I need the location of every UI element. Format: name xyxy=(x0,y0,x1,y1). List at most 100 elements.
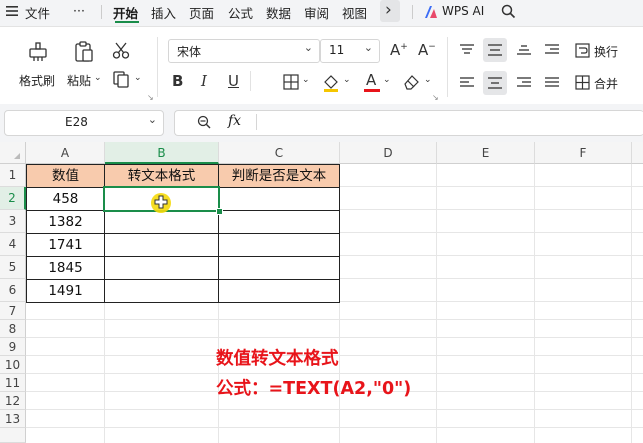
row-header[interactable]: 1 xyxy=(0,164,26,187)
dialog-launcher-icon[interactable]: ↘ xyxy=(432,93,439,102)
paste-label[interactable]: 粘贴 xyxy=(67,72,91,89)
cell-b6[interactable] xyxy=(104,279,219,303)
fx-icon[interactable]: fx xyxy=(228,113,241,129)
align-left-icon[interactable] xyxy=(460,77,474,89)
clear-format-icon[interactable] xyxy=(402,73,420,91)
grid-line xyxy=(26,337,643,338)
cell-b5[interactable] xyxy=(104,256,219,280)
row-header[interactable]: 5 xyxy=(0,256,26,279)
row-header[interactable]: 7 xyxy=(0,302,26,320)
align-center-icon[interactable] xyxy=(483,71,507,95)
hamburger-icon[interactable] xyxy=(6,5,18,17)
font-name-select[interactable]: 宋体 ⌄ xyxy=(168,39,320,63)
chevron-down-icon[interactable]: ⌄ xyxy=(383,75,391,85)
select-all-corner[interactable] xyxy=(0,142,26,164)
chevron-down-icon[interactable]: ⌄ xyxy=(424,75,432,85)
copy-icon[interactable] xyxy=(112,70,130,88)
wrap-text-icon[interactable] xyxy=(575,43,590,58)
cell-c2[interactable] xyxy=(218,187,340,211)
formula-input-area[interactable]: fx xyxy=(174,110,643,136)
cell-a3[interactable]: 1382 xyxy=(26,210,105,234)
tab-formula[interactable]: 公式 xyxy=(228,3,253,22)
indent-icon[interactable] xyxy=(545,44,559,56)
underline-icon[interactable]: U xyxy=(228,72,239,90)
cell-a2[interactable]: 458 xyxy=(26,187,105,211)
fill-handle[interactable] xyxy=(216,208,223,215)
cell-c6[interactable] xyxy=(218,279,340,303)
align-bottom-icon[interactable] xyxy=(517,44,531,56)
merge-cells-button[interactable]: 合并 xyxy=(594,75,618,92)
cell-a5[interactable]: 1845 xyxy=(26,256,105,280)
search-icon[interactable] xyxy=(501,4,516,19)
cut-icon[interactable] xyxy=(112,41,130,61)
row-header[interactable]: 11 xyxy=(0,374,26,392)
cell-c5[interactable] xyxy=(218,256,340,280)
row-header[interactable] xyxy=(0,428,26,443)
column-header-d[interactable]: D xyxy=(340,142,437,164)
cell-b4[interactable] xyxy=(104,233,219,257)
tab-data[interactable]: 数据 xyxy=(266,3,291,22)
chevron-down-icon[interactable]: ⌄ xyxy=(343,75,351,85)
row-header[interactable]: 13 xyxy=(0,410,26,428)
grid-line xyxy=(26,373,643,374)
chevron-down-icon[interactable]: ⌄ xyxy=(134,73,142,83)
wps-ai-button[interactable]: WPS AI xyxy=(442,4,484,18)
tab-overflow-button[interactable]: › xyxy=(380,0,400,22)
column-header-b[interactable]: B xyxy=(105,142,219,164)
cell-c4[interactable] xyxy=(218,233,340,257)
row-header[interactable]: 8 xyxy=(0,320,26,338)
decrease-font-icon[interactable]: A− xyxy=(418,41,436,59)
tab-review[interactable]: 审阅 xyxy=(304,3,329,22)
font-size-select[interactable]: 11 ⌄ xyxy=(320,39,380,63)
column-header-e[interactable]: E xyxy=(437,142,535,164)
italic-icon[interactable]: I xyxy=(201,72,207,90)
cell-c3[interactable] xyxy=(218,210,340,234)
row-header[interactable]: 3 xyxy=(0,210,26,233)
bold-icon[interactable]: B xyxy=(172,72,183,90)
cell-b1[interactable]: 转文本格式 xyxy=(104,164,219,188)
grid-line xyxy=(26,409,643,410)
merge-cells-icon[interactable] xyxy=(575,75,590,90)
tab-page[interactable]: 页面 xyxy=(189,3,214,22)
font-color-icon[interactable]: A xyxy=(364,71,380,93)
menu-file[interactable]: 文件 xyxy=(25,3,50,22)
name-box[interactable]: E28 ⌄ xyxy=(4,110,164,136)
annotation-title: 数值转文本格式 xyxy=(216,349,339,369)
distribute-icon[interactable] xyxy=(545,77,559,89)
cell-a6[interactable]: 1491 xyxy=(26,279,105,303)
dialog-launcher-icon[interactable]: ↘ xyxy=(147,93,154,102)
row-header[interactable]: 12 xyxy=(0,392,26,410)
chevron-down-icon[interactable]: ⌄ xyxy=(94,73,102,83)
align-top-icon[interactable] xyxy=(460,44,474,56)
format-painter-icon[interactable] xyxy=(27,41,49,63)
tab-view[interactable]: 视图 xyxy=(342,3,367,22)
cell-a4[interactable]: 1741 xyxy=(26,233,105,257)
menu-more[interactable]: ··· xyxy=(73,3,85,18)
paste-icon[interactable] xyxy=(73,40,95,64)
row-header[interactable]: 2 xyxy=(0,187,26,210)
cell-c1[interactable]: 判断是否是文本 xyxy=(218,164,340,188)
menu-divider xyxy=(412,5,413,19)
align-right-icon[interactable] xyxy=(517,77,531,89)
column-header-c[interactable]: C xyxy=(219,142,340,164)
zoom-icon[interactable] xyxy=(197,115,211,129)
fill-color-icon[interactable] xyxy=(322,73,340,93)
column-header-g[interactable] xyxy=(632,142,643,164)
column-header-f[interactable]: F xyxy=(535,142,632,164)
align-middle-icon[interactable] xyxy=(483,38,507,62)
column-header-a[interactable]: A xyxy=(26,142,105,164)
cell-b3[interactable] xyxy=(104,210,219,234)
format-painter-label[interactable]: 格式刷 xyxy=(19,72,55,89)
grid-line xyxy=(436,164,437,443)
tab-home[interactable]: 开始 xyxy=(113,3,138,22)
tab-insert[interactable]: 插入 xyxy=(151,3,176,22)
wrap-text-button[interactable]: 换行 xyxy=(594,43,618,60)
increase-font-icon[interactable]: A+ xyxy=(390,41,408,59)
row-header[interactable]: 9 xyxy=(0,338,26,356)
row-header[interactable]: 10 xyxy=(0,356,26,374)
cell-a1[interactable]: 数值 xyxy=(26,164,105,188)
chevron-down-icon[interactable]: ⌄ xyxy=(302,75,310,85)
border-icon[interactable] xyxy=(283,74,299,90)
row-header[interactable]: 6 xyxy=(0,279,26,302)
row-header[interactable]: 4 xyxy=(0,233,26,256)
